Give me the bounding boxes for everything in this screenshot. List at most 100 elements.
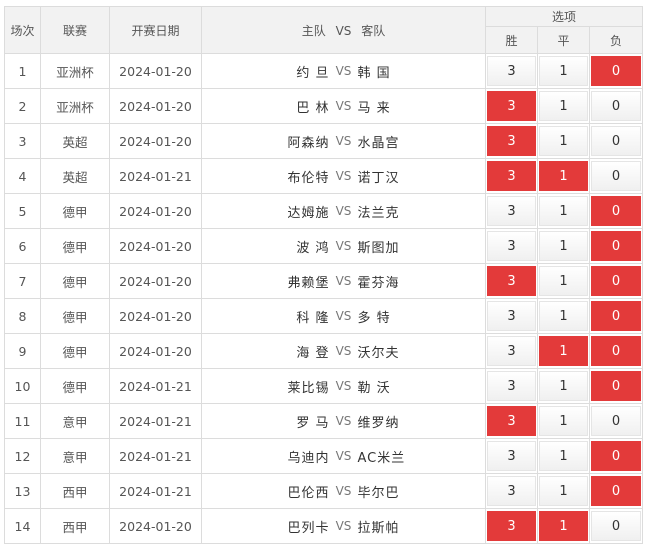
option-cell-draw: 1 [537, 438, 590, 474]
option-draw-button[interactable]: 1 [539, 266, 588, 296]
option-draw-button[interactable]: 1 [539, 161, 588, 191]
table-row: 2 亚洲杯 2024-01-20 巴 林 VS 马 来 310 [4, 88, 644, 124]
option-cell-win: 3 [485, 53, 538, 89]
option-draw-button[interactable]: 1 [539, 91, 588, 121]
row-date: 2024-01-21 [109, 403, 202, 439]
vs-label: VS [335, 169, 352, 183]
option-lose-button[interactable]: 0 [591, 441, 642, 471]
row-index: 9 [4, 333, 41, 369]
away-team: 维罗纳 [357, 415, 400, 431]
option-win-button[interactable]: 3 [487, 231, 536, 261]
option-win-button[interactable]: 3 [487, 406, 536, 436]
row-match: 科 隆 VS 多 特 [201, 298, 486, 334]
option-draw-button[interactable]: 1 [539, 371, 588, 401]
table-row: 13 西甲 2024-01-21 巴伦西 VS 毕尔巴 3 1 0 [4, 473, 644, 509]
option-lose-button[interactable]: 0 [591, 231, 642, 261]
option-draw-button[interactable]: 1 [539, 511, 588, 541]
option-cell-lose: 0 [588, 403, 644, 439]
home-team: 莱比锡 [287, 380, 330, 396]
row-index: 2 [4, 88, 41, 124]
option-cell-lose: 0 [588, 438, 644, 474]
home-team: 科 隆 [296, 310, 330, 326]
option-win-button[interactable]: 3 [487, 511, 536, 541]
option-cell-draw: 1 [537, 508, 590, 544]
option-draw-button[interactable]: 1 [539, 231, 588, 261]
option-win-button[interactable]: 3 [487, 126, 536, 156]
option-draw-button[interactable]: 1 [539, 196, 588, 226]
vs-label: VS [335, 239, 352, 253]
option-cell-win: 3 [485, 158, 538, 194]
vs-label: VS [335, 274, 352, 288]
option-cell-lose: 0 [588, 473, 644, 509]
row-league: 意甲 [40, 403, 110, 439]
option-cell-win: 3 [485, 228, 538, 264]
option-lose-button[interactable]: 0 [591, 406, 642, 436]
row-match: 约 旦 VS 韩 国 [201, 53, 486, 89]
option-cell-lose: 0 [588, 123, 644, 159]
option-draw-button[interactable]: 1 [539, 301, 588, 331]
option-lose-button[interactable]: 0 [591, 476, 642, 506]
option-lose-button[interactable]: 0 [591, 511, 642, 541]
option-lose-button[interactable]: 0 [591, 371, 642, 401]
option-win-button[interactable]: 3 [487, 301, 536, 331]
row-match: 巴 林 VS 马 来 [201, 88, 486, 124]
option-win-button[interactable]: 3 [487, 441, 536, 471]
option-cell-draw: 1 [537, 368, 590, 404]
option-cell-win: 3 [485, 368, 538, 404]
table-row: 6 德甲 2024-01-20 波 鸿 VS 斯图加 3 1 0 [4, 228, 644, 264]
option-lose-button[interactable]: 0 [591, 56, 642, 86]
option-win-button[interactable]: 3 [487, 91, 536, 121]
option-cell-win: 3 [485, 403, 538, 439]
table-row: 7 德甲 2024-01-20 弗赖堡 VS 霍芬海 3 1 0 [4, 263, 644, 299]
table-row: 11 意甲 2024-01-21 罗 马 VS 维罗纳 3 1 0 [4, 403, 644, 439]
row-index: 6 [4, 228, 41, 264]
away-team: 霍芬海 [357, 275, 400, 291]
option-cell-lose: 0 [588, 368, 644, 404]
away-team: 拉斯帕 [357, 520, 400, 536]
option-lose-button[interactable]: 0 [591, 196, 642, 226]
option-draw-button[interactable]: 1 [539, 441, 588, 471]
option-cell-draw: 1 [537, 88, 590, 124]
option-cell-draw: 1 [537, 333, 590, 369]
table-row: 4 英超 2024-01-21 布伦特 VS 诺丁汉 3 1 0 [4, 158, 644, 194]
option-draw-button[interactable]: 1 [539, 406, 588, 436]
row-date: 2024-01-21 [109, 158, 202, 194]
option-win-button[interactable]: 3 [487, 476, 536, 506]
option-cell-win: 3 [485, 193, 538, 229]
option-cell-draw: 1 [537, 473, 590, 509]
option-draw-button[interactable]: 1 [539, 336, 588, 366]
option-cell-win: 3 [485, 333, 538, 369]
header-league: 联赛 [40, 6, 110, 54]
option-lose-button[interactable]: 0 [591, 161, 642, 191]
option-win-button[interactable]: 3 [487, 336, 536, 366]
option-draw-button[interactable]: 1 [539, 476, 588, 506]
option-cell-draw: 1 [537, 193, 590, 229]
option-win-button[interactable]: 3 [487, 266, 536, 296]
away-team: 多 特 [357, 310, 391, 326]
option-win-button[interactable]: 3 [487, 56, 536, 86]
option-win-button[interactable]: 3 [487, 196, 536, 226]
option-lose-button[interactable]: 0 [591, 266, 642, 296]
option-win-button[interactable]: 3 [487, 161, 536, 191]
option-cell-lose: 0 [588, 508, 644, 544]
option-lose-button[interactable]: 0 [591, 336, 642, 366]
row-date: 2024-01-20 [109, 508, 202, 544]
option-lose-button[interactable]: 0 [591, 126, 642, 156]
home-team: 罗 马 [296, 415, 330, 431]
option-lose-button[interactable]: 0 [591, 91, 642, 121]
row-date: 2024-01-20 [109, 53, 202, 89]
row-league: 意甲 [40, 438, 110, 474]
away-team: 毕尔巴 [357, 485, 400, 501]
option-cell-draw: 1 [537, 53, 590, 89]
option-draw-button[interactable]: 1 [539, 56, 588, 86]
row-match: 莱比锡 VS 勒 沃 [201, 368, 486, 404]
option-draw-button[interactable]: 1 [539, 126, 588, 156]
option-win-button[interactable]: 3 [487, 371, 536, 401]
header-date: 开赛日期 [109, 6, 202, 54]
row-index: 1 [4, 53, 41, 89]
away-team: 斯图加 [357, 240, 400, 256]
table-row: 8 德甲 2024-01-20 科 隆 VS 多 特 310 [4, 298, 644, 334]
option-cell-lose: 0 [588, 158, 644, 194]
row-index: 5 [4, 193, 41, 229]
option-lose-button[interactable]: 0 [591, 301, 642, 331]
